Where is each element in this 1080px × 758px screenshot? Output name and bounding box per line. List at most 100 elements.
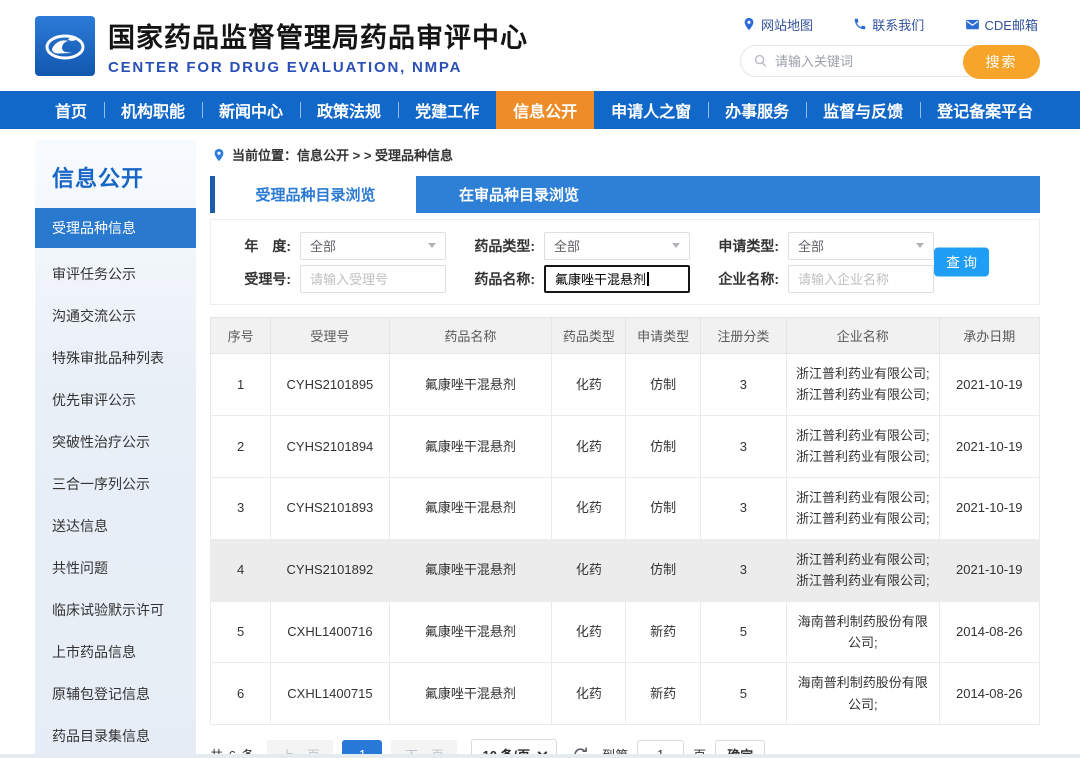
filter-row-1: 年 度: 全部 药品类型: 全部 申请类型: 全部 [211, 229, 1039, 262]
drug-type-label: 药品类型: [474, 237, 535, 254]
sidebar-item[interactable]: 特殊审批品种列表 [35, 337, 196, 379]
nav-item-label: 政策法规 [317, 104, 382, 121]
table-row[interactable]: 4 CYHS2101892 氟康唑干混悬剂 化药 仿制 3 浙江普利药业有限公司;浙江普利药… [209, 538, 1041, 602]
search-button[interactable]: 搜索 [963, 44, 1040, 79]
cde-mail-label: CDE邮箱 [984, 17, 1038, 33]
nav-item[interactable]: 信息公开 [496, 91, 595, 129]
table-cell: 浙江普利药业有限公司;浙江普利药业有限公司; [786, 414, 940, 478]
table-row[interactable]: 3 CYHS2101893 氟康唑干混悬剂 化药 仿制 3 浙江普利药业有限公司;浙江普利药… [209, 476, 1041, 540]
year-label: 年 度: [244, 237, 291, 254]
nav-item[interactable]: 机构职能 [104, 91, 202, 129]
tab-under-review-catalog[interactable]: 在审品种目录浏览 [416, 176, 622, 213]
table-cell: CYHS2101894 [270, 414, 390, 478]
table-row[interactable]: 2 CYHS2101894 氟康唑干混悬剂 化药 仿制 3 浙江普利药业有限公司;浙江普利药… [209, 414, 1041, 478]
nav-item[interactable]: 政策法规 [300, 91, 398, 129]
site-search-input[interactable]: 请输入关键词 搜索 [740, 44, 1040, 79]
sidebar-item[interactable]: 上市药品信息 [35, 631, 196, 673]
table-cell: 2 [209, 414, 272, 478]
table-cell: 氟康唑干混悬剂 [388, 414, 553, 478]
nav-item[interactable]: 办事服务 [708, 91, 806, 129]
drug-type-select[interactable]: 全部 [544, 231, 690, 260]
table-cell: 5 [209, 600, 272, 664]
table-cell: 5 [699, 600, 788, 664]
content: 信息公开 受理品种信息 审评任务公示 沟通交流公示 特殊审批品种列表 优先审评公示 突破性… [0, 129, 1080, 758]
table-cell: 浙江普利药业有限公司;浙江普利药业有限公司; [786, 353, 940, 416]
table-cell: 4 [209, 538, 272, 602]
sidebar-item[interactable]: 临床试验默示许可 [35, 589, 196, 631]
phone-icon [855, 18, 866, 30]
cde-mail-link[interactable]: CDE邮箱 [965, 15, 1038, 34]
acceptance-no-label: 受理号: [244, 270, 291, 287]
drug-name-filter: 药品名称: 氟康唑干混悬剂 [455, 264, 690, 293]
table-column-header: 序号 [209, 317, 272, 354]
table-column-header: 受理号 [270, 317, 390, 354]
sidebar-menu: 受理品种信息 审评任务公示 沟通交流公示 特殊审批品种列表 优先审评公示 突破性治疗公示三… [35, 208, 196, 758]
nav-item[interactable]: 监督与反馈 [806, 91, 920, 129]
nav-item[interactable]: 党建工作 [398, 91, 496, 129]
sidebar-item[interactable]: 受理品种信息 [35, 208, 196, 248]
table-cell: 5 [699, 662, 788, 726]
table-column-header: 承办日期 [938, 317, 1041, 354]
sidebar-item[interactable]: 共性问题 [35, 547, 196, 589]
table-cell: 化药 [551, 600, 627, 664]
nav-item-label: 申请人之窗 [611, 104, 692, 121]
table-cell: 3 [699, 414, 788, 478]
sidebar-item[interactable]: 三合一序列公示 [35, 463, 196, 505]
table-cell: 新药 [625, 600, 701, 664]
table-cell: 仿制 [625, 353, 701, 416]
year-select[interactable]: 全部 [300, 231, 446, 260]
nav-item[interactable]: 首页 [38, 91, 104, 129]
apply-type-label: 申请类型: [718, 237, 779, 254]
table-cell: CXHL1400716 [270, 600, 390, 664]
sidebar-item[interactable]: 沟通交流公示 [35, 295, 196, 337]
table-row[interactable]: 6 CXHL1400715 氟康唑干混悬剂 化药 新药 5 海南普利制药股份有限公司; 201… [209, 662, 1041, 726]
apply-type-select[interactable]: 全部 [788, 231, 934, 260]
sidebar-item[interactable]: 送达信息 [35, 505, 196, 547]
table-cell: 氟康唑干混悬剂 [388, 662, 553, 726]
chevron-down-icon [672, 243, 680, 248]
contact-link[interactable]: 联系我们 [853, 15, 924, 34]
tab-bar: 受理品种目录浏览 在审品种目录浏览 [210, 176, 1040, 213]
tab-accepted-catalog[interactable]: 受理品种目录浏览 [210, 176, 416, 213]
table-column-header: 药品名称 [388, 317, 553, 354]
brand: 国家药品监督管理局药品审评中心 CENTER FOR DRUG EVALUATI… [35, 15, 528, 76]
table-cell: 6 [209, 662, 272, 726]
company-label: 企业名称: [718, 270, 779, 287]
table-cell: 化药 [551, 414, 627, 478]
table-cell: 氟康唑干混悬剂 [388, 600, 553, 664]
table-cell: CYHS2101895 [270, 353, 390, 416]
site-title-en: CENTER FOR DRUG EVALUATION, NMPA [108, 58, 463, 76]
table-cell: 海南普利制药股份有限公司; [786, 600, 940, 664]
sidebar: 信息公开 受理品种信息 审评任务公示 沟通交流公示 特殊审批品种列表 优先审评公示 突破性… [35, 140, 196, 758]
nav-item[interactable]: 新闻中心 [202, 91, 300, 129]
table-cell: 3 [699, 476, 788, 540]
query-button[interactable]: 查询 [934, 247, 989, 277]
site-header: 国家药品监督管理局药品审评中心 CENTER FOR DRUG EVALUATI… [0, 0, 1080, 91]
sidebar-title: 信息公开 [52, 166, 145, 191]
nav-item-label: 监督与反馈 [823, 104, 904, 121]
table-cell: 2021-10-19 [938, 476, 1041, 540]
table-cell: 2014-08-26 [938, 600, 1041, 664]
results-table: 序号 受理号 药品名称 药品类型 申请类型 注册分类 企业名称 承办日期 1 CYHS21018… [209, 317, 1041, 726]
sidebar-item[interactable]: 药品目录集信息 [35, 715, 196, 757]
sidebar-item[interactable]: 优先审评公示 [35, 379, 196, 421]
sitemap-label: 网站地图 [761, 17, 814, 33]
sidebar-item[interactable]: 审评任务公示 [35, 253, 196, 295]
nav-item[interactable]: 申请人之窗 [594, 91, 708, 129]
drug-name-input[interactable]: 氟康唑干混悬剂 [544, 264, 690, 293]
table-row[interactable]: 1 CYHS2101895 氟康唑干混悬剂 化药 仿制 3 浙江普利药业有限公司;浙江普利药… [209, 353, 1041, 416]
table-cell: 化药 [551, 353, 627, 416]
company-input[interactable]: 请输入企业名称 [788, 264, 934, 293]
table-cell: 化药 [551, 538, 627, 602]
nav-item-label: 机构职能 [121, 104, 186, 121]
table-cell: 浙江普利药业有限公司;浙江普利药业有限公司; [786, 476, 940, 540]
acceptance-no-filter: 受理号: 请输入受理号 [211, 264, 446, 293]
acceptance-no-input[interactable]: 请输入受理号 [300, 264, 446, 293]
sidebar-item[interactable]: 原辅包登记信息 [35, 673, 196, 715]
sidebar-item[interactable]: 突破性治疗公示 [35, 421, 196, 463]
nav-item[interactable]: 登记备案平台 [920, 91, 1050, 129]
table-cell: 氟康唑干混悬剂 [388, 353, 553, 416]
filter-panel: 年 度: 全部 药品类型: 全部 申请类型: 全部 受理号: 请输入受理号 药品… [210, 219, 1040, 305]
sitemap-link[interactable]: 网站地图 [742, 15, 813, 34]
table-row[interactable]: 5 CXHL1400716 氟康唑干混悬剂 化药 新药 5 海南普利制药股份有限公司; 201… [209, 600, 1041, 664]
